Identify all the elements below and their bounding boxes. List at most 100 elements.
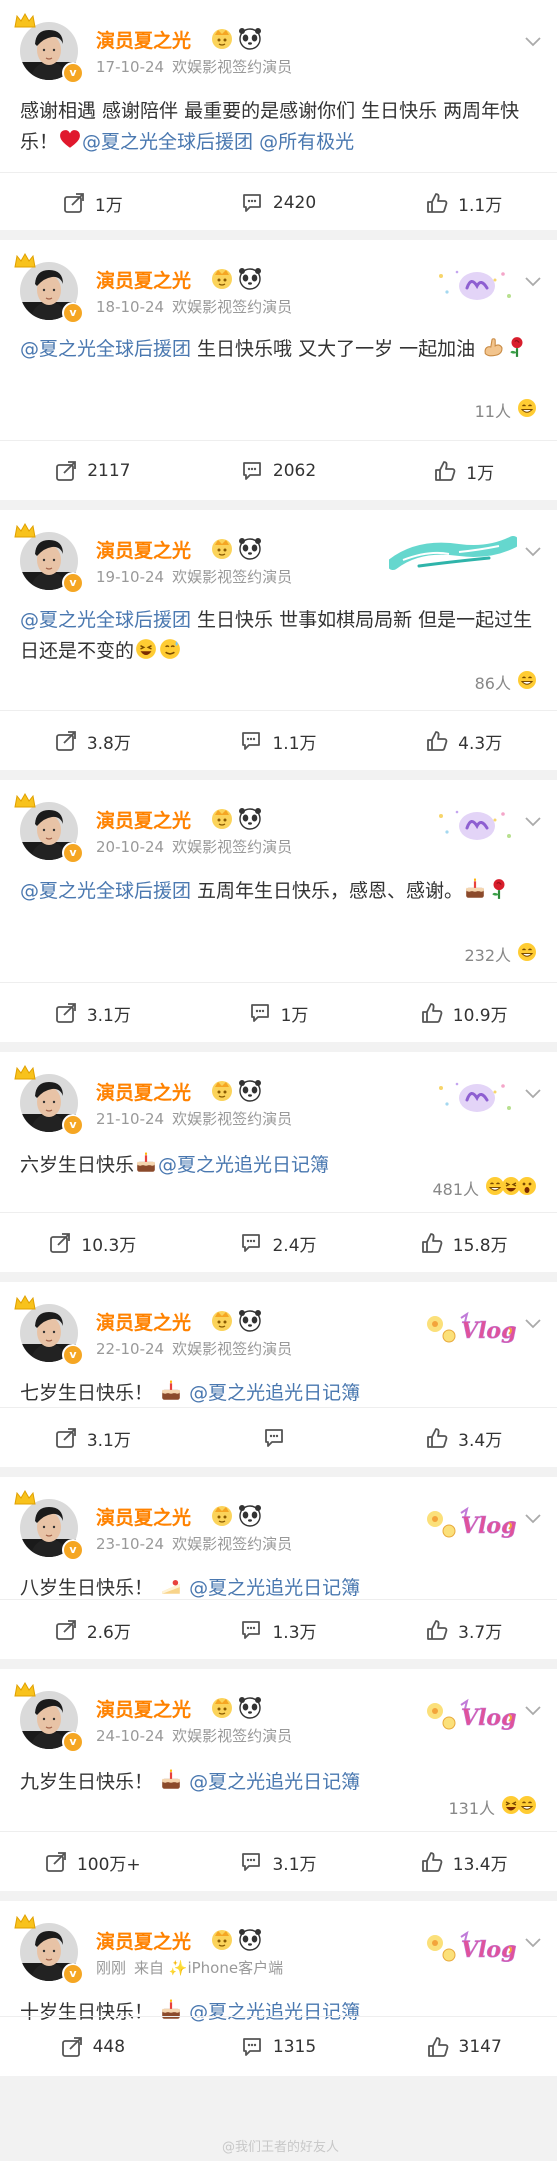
chevron-down-icon[interactable] [525,32,541,47]
reaction-summary[interactable]: 86人 [475,670,537,694]
chevron-down-icon[interactable] [525,1509,541,1524]
author-name[interactable]: 演员夏之光 [96,1927,191,1954]
post-actions: 2.6万 1.3万 3.7万 [0,1605,557,1655]
post-card[interactable]: v 演员夏之光 刚刚 来自 ✨iPhone客户端 Vlog 十岁生日快乐！ @夏之光追光日… [0,1901,557,2076]
repost-button[interactable]: 3.1万 [0,1413,186,1463]
post-timestamp: 24-10-24 [96,1727,165,1745]
mention-link[interactable]: @夏之光全球后援团 [20,609,191,631]
repost-button[interactable]: 448 [0,2022,186,2072]
comment-button[interactable]: 2.4万 [186,1218,372,1268]
repost-button[interactable]: 3.1万 [0,988,186,1038]
repost-button[interactable]: 100万+ [0,1837,186,1887]
grin-icon [517,942,537,966]
post-content: @夏之光全球后援团 生日快乐哦 又大了一岁 一起加油 [20,334,535,368]
mention-link[interactable]: @夏之光全球后援团 [20,880,191,902]
repost-icon [49,1232,71,1254]
like-button[interactable]: 4.3万 [371,716,557,766]
reaction-summary[interactable]: 131人 [448,1795,537,1819]
chevron-down-icon[interactable] [525,812,541,827]
chevron-down-icon[interactable] [525,1933,541,1948]
comment-button[interactable]: 3.1万 [186,1837,372,1887]
verified-badge-icon: v [62,1963,84,1985]
author-name[interactable]: 演员夏之光 [96,1503,191,1530]
comment-button[interactable]: 1.1万 [186,716,372,766]
like-count: 1.1万 [458,195,503,216]
post-card[interactable]: v 演员夏之光 19-10-24 欢娱影视签约演员 @夏之光全球后援团 生日快乐 世事如… [0,510,557,770]
chevron-down-icon[interactable] [525,542,541,557]
like-count: 3147 [458,2037,502,2057]
thumbs-up-icon [426,1619,448,1641]
divider [0,440,557,441]
post-card[interactable]: v 演员夏之光 20-10-24 欢娱影视签约演员 @夏之光全球后援团 五周年生日快乐，… [0,780,557,1042]
post-meta: 18-10-24 欢娱影视签约演员 [96,296,292,317]
divider [0,1407,557,1408]
like-button[interactable]: 3.4万 [371,1413,557,1463]
member-badges-icon [210,1309,270,1333]
mention-link[interactable]: @所有极光 [259,131,354,153]
like-button[interactable]: 10.9万 [371,988,557,1038]
post-card[interactable]: v 演员夏之光 17-10-24 欢娱影视签约演员 感谢相遇 感谢陪伴 最重要的是感谢你… [0,0,557,230]
repost-button[interactable]: 2117 [0,446,186,496]
comment-button[interactable]: 2420 [186,178,372,228]
comment-button[interactable]: 1万 [186,988,372,1038]
post-source: 来自 ✨iPhone客户端 [134,1959,284,1977]
repost-count: 3.1万 [86,1005,131,1026]
chevron-down-icon[interactable] [525,1701,541,1716]
post-header: v 演员夏之光 20-10-24 欢娱影视签约演员 [0,780,557,864]
post-text: 十岁生日快乐！ [20,2001,160,2023]
repost-button[interactable]: 3.8万 [0,716,186,766]
like-button[interactable]: 13.4万 [371,1837,557,1887]
thumbs-up-icon [426,730,448,752]
comment-button[interactable]: 1.3万 [186,1605,372,1655]
author-name[interactable]: 演员夏之光 [96,1308,191,1335]
author-name[interactable]: 演员夏之光 [96,26,191,53]
thumbs-up-icon [421,1232,443,1254]
post-card[interactable]: v 演员夏之光 22-10-24 欢娱影视签约演员 Vlog 七岁生日快乐！ @夏之光追光… [0,1282,557,1467]
author-name[interactable]: 演员夏之光 [96,1078,191,1105]
reaction-summary[interactable]: 11人 [475,398,537,422]
post-card[interactable]: v 演员夏之光 21-10-24 欢娱影视签约演员 六岁生日快乐 @夏之光追光日记簿 481… [0,1052,557,1272]
mention-link[interactable]: @夏之光追光日记簿 [183,1577,360,1599]
like-button[interactable]: 15.8万 [371,1218,557,1268]
mention-link[interactable]: @夏之光追光日记簿 [183,2001,360,2023]
post-header: v 演员夏之光 23-10-24 欢娱影视签约演员 Vlog [0,1477,557,1561]
post-card[interactable]: v 演员夏之光 18-10-24 欢娱影视签约演员 @夏之光全球后援团 生日快乐哦 又大… [0,240,557,500]
like-button[interactable]: 1万 [371,446,557,496]
comment-button[interactable]: 2062 [186,446,372,496]
repost-button[interactable]: 1万 [0,178,186,228]
comment-icon [249,1002,271,1024]
like-button[interactable]: 3147 [371,2022,557,2072]
chevron-down-icon[interactable] [525,272,541,287]
mention-link[interactable]: @夏之光追光日记簿 [183,1771,360,1793]
repost-button[interactable]: 10.3万 [0,1218,186,1268]
post-card[interactable]: v 演员夏之光 23-10-24 欢娱影视签约演员 Vlog 八岁生日快乐！ @夏之光追光… [0,1477,557,1659]
post-header: v 演员夏之光 刚刚 来自 ✨iPhone客户端 Vlog [0,1901,557,1985]
like-button[interactable]: 3.7万 [371,1605,557,1655]
wow-icon [517,1176,537,1200]
like-button[interactable]: 1.1万 [371,178,557,228]
repost-icon [63,192,85,214]
repost-button[interactable]: 2.6万 [0,1605,186,1655]
svg-text:Vlog: Vlog [461,1318,516,1344]
author-name[interactable]: 演员夏之光 [96,1695,191,1722]
author-name[interactable]: 演员夏之光 [96,806,191,833]
author-name[interactable]: 演员夏之光 [96,536,191,563]
mention-link[interactable]: @夏之光追光日记簿 [183,1382,360,1404]
comment-button[interactable] [186,1413,372,1463]
sparkle-badge-sticker-icon [433,806,517,846]
repost-icon [55,730,77,752]
chevron-down-icon[interactable] [525,1314,541,1329]
post-timestamp: 17-10-24 [96,58,165,76]
author-name[interactable]: 演员夏之光 [96,266,191,293]
mention-link[interactable]: @夏之光追光日记簿 [158,1154,329,1176]
post-card[interactable]: v 演员夏之光 24-10-24 欢娱影视签约演员 Vlog 九岁生日快乐！ @夏之光追光… [0,1669,557,1891]
reaction-summary[interactable]: 481人 [432,1176,537,1200]
post-text: 九岁生日快乐！ [20,1771,160,1793]
chevron-down-icon[interactable] [525,1084,541,1099]
reaction-summary[interactable]: 232人 [464,942,537,966]
repost-count: 2.6万 [86,1622,131,1643]
watermark: @我们王者的好友人 [222,2140,340,2155]
mention-link[interactable]: @夏之光全球后援团 [20,338,191,360]
mention-link[interactable]: @夏之光全球后援团 [82,131,253,153]
comment-button[interactable]: 1315 [186,2022,372,2072]
